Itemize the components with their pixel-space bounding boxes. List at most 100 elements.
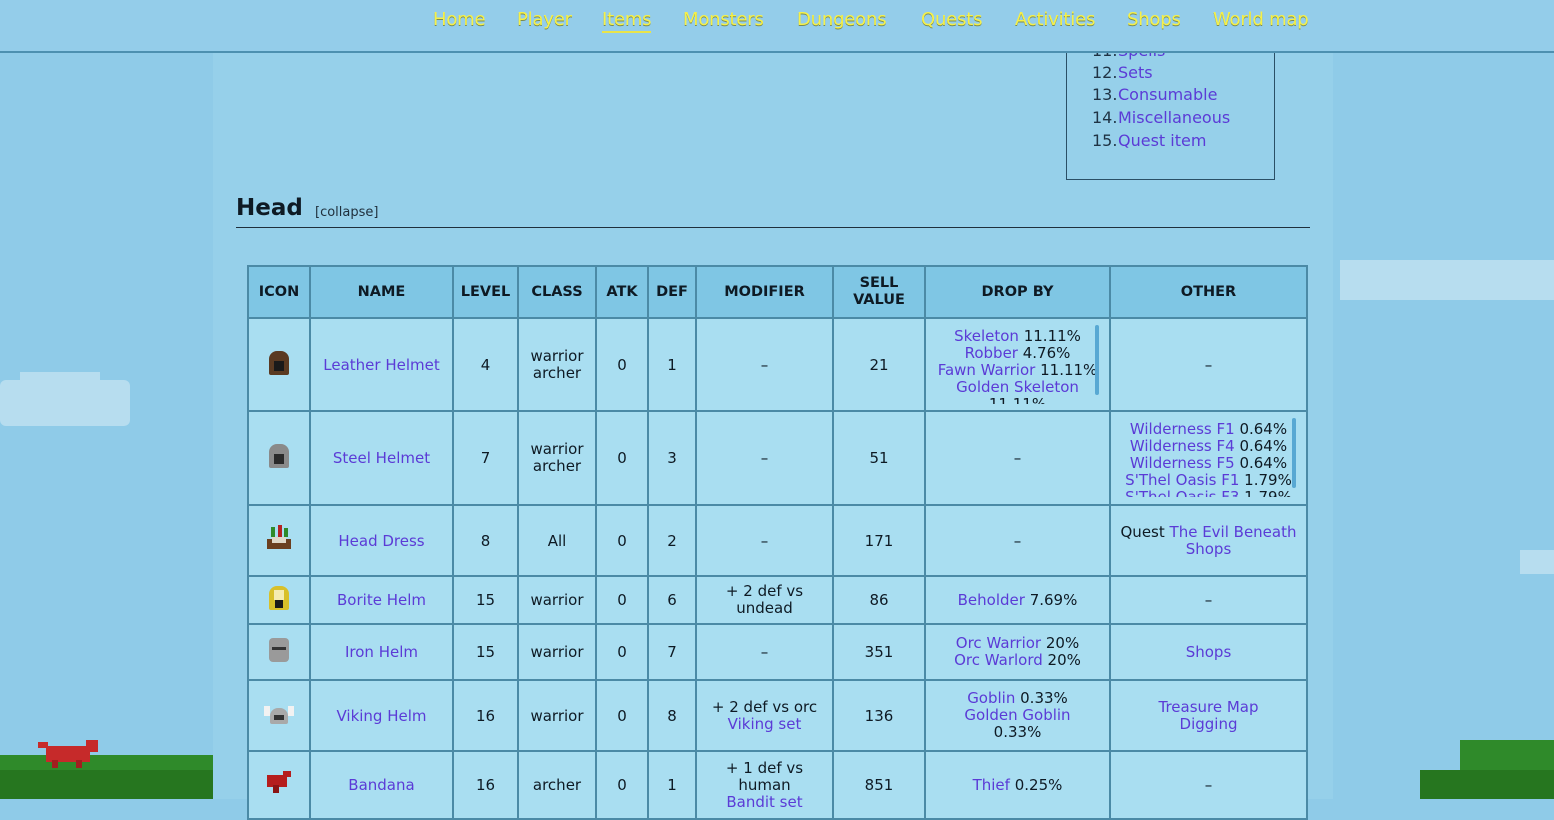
atk-cell: 0 [595, 623, 649, 681]
col-header-name: NAME [309, 265, 454, 319]
def-cell: 1 [647, 317, 697, 412]
item-name-cell: Iron Helm [309, 623, 454, 681]
item-link[interactable]: Viking Helm [336, 707, 426, 725]
level-cell: 16 [452, 750, 519, 820]
level-cell: 15 [452, 575, 519, 625]
shops-link[interactable]: Shops [1186, 643, 1232, 661]
location-entry: Wilderness F4 0.64% [1129, 437, 1288, 455]
steel-helmet-icon [263, 440, 295, 472]
sell-value-cell: 86 [832, 575, 926, 625]
toc-item-consumable: 13.Consumable [1092, 85, 1218, 104]
def-cell: 7 [647, 623, 697, 681]
col-header-sell-value: SELL VALUE [832, 265, 926, 319]
location-entry: Wilderness F1 0.64% [1129, 420, 1288, 438]
table-row: Borite Helm 15 warrior 0 6 + 2 def vs un… [247, 575, 1308, 625]
icon-cell [247, 504, 311, 577]
icon-cell [247, 575, 311, 625]
viking-helm-icon [263, 698, 295, 730]
collapse-toggle[interactable]: [collapse] [315, 205, 378, 220]
nav-player[interactable]: Player [517, 9, 572, 30]
other-cell: Treasure Map Digging [1109, 679, 1308, 752]
nav-items[interactable]: Items [602, 9, 652, 33]
item-link[interactable]: Bandana [348, 776, 414, 794]
set-link[interactable]: Viking set [728, 715, 802, 733]
def-cell: 8 [647, 679, 697, 752]
other-cell: Wilderness F1 0.64% Wilderness F4 0.64% … [1109, 410, 1308, 506]
item-name-cell: Steel Helmet [309, 410, 454, 506]
bandana-icon [263, 767, 295, 799]
col-header-def: DEF [647, 265, 697, 319]
scrollbar[interactable] [1095, 325, 1099, 395]
table-header-row: ICON NAME LEVEL CLASS ATK DEF MODIFIER S… [247, 265, 1308, 319]
atk-cell: 0 [595, 317, 649, 412]
content-panel: 11.Spells 12.Sets 13.Consumable 14.Misce… [213, 47, 1333, 820]
toc-link-quest-item[interactable]: Quest item [1118, 131, 1206, 150]
toc-link-consumable[interactable]: Consumable [1118, 85, 1217, 104]
other-cell: – [1109, 575, 1308, 625]
drop-by-cell: Orc Warrior 20% Orc Warlord 20% [924, 623, 1111, 681]
set-link[interactable]: Bandit set [726, 793, 802, 811]
icon-cell [247, 679, 311, 752]
sell-value-cell: 851 [832, 750, 926, 820]
shops-link[interactable]: Shops [1186, 540, 1232, 558]
table-row: Bandana 16 archer 0 1 + 1 def vs human B… [247, 750, 1308, 820]
modifier-cell: – [695, 504, 834, 577]
toc-item-miscellaneous: 14.Miscellaneous [1092, 108, 1231, 127]
class-cell: warrior [517, 623, 597, 681]
item-link[interactable]: Iron Helm [345, 643, 418, 661]
sell-value-cell: 136 [832, 679, 926, 752]
head-dress-icon [263, 523, 295, 555]
nav-world-map[interactable]: World map [1213, 9, 1309, 30]
leather-helmet-icon [263, 347, 295, 379]
nav-activities[interactable]: Activities [1015, 9, 1095, 30]
level-cell: 16 [452, 679, 519, 752]
item-name-cell: Leather Helmet [309, 317, 454, 412]
drop-by-cell: Skeleton 11.11% Robber 4.76% Fawn Warrio… [924, 317, 1111, 412]
other-scroll-area[interactable]: Wilderness F1 0.64% Wilderness F4 0.64% … [1115, 419, 1302, 498]
toc-item-sets: 12.Sets [1092, 63, 1153, 82]
item-link[interactable]: Leather Helmet [323, 356, 439, 374]
def-cell: 2 [647, 504, 697, 577]
modifier-cell: – [695, 623, 834, 681]
toc-link-sets[interactable]: Sets [1118, 63, 1153, 82]
level-cell: 7 [452, 410, 519, 506]
nav-quests[interactable]: Quests [921, 9, 982, 30]
other-cell: – [1109, 750, 1308, 820]
sell-value-cell: 351 [832, 623, 926, 681]
class-cell: archer [517, 750, 597, 820]
item-name-cell: Viking Helm [309, 679, 454, 752]
nav-shops[interactable]: Shops [1127, 9, 1181, 30]
nav-monsters[interactable]: Monsters [683, 9, 764, 30]
toc-link-miscellaneous[interactable]: Miscellaneous [1118, 108, 1230, 127]
level-cell: 8 [452, 504, 519, 577]
sell-value-cell: 51 [832, 410, 926, 506]
quest-link[interactable]: The Evil Beneath [1170, 523, 1297, 541]
nav-dungeons[interactable]: Dungeons [797, 9, 887, 30]
treasure-map-link[interactable]: Treasure Map Digging [1149, 698, 1269, 733]
item-name-cell: Head Dress [309, 504, 454, 577]
class-cell: warrior archer [517, 317, 597, 412]
item-link[interactable]: Steel Helmet [333, 449, 430, 467]
drop-scroll-area[interactable]: Skeleton 11.11% Robber 4.76% Fawn Warrio… [930, 326, 1105, 404]
class-cell: warrior archer [517, 410, 597, 506]
level-cell: 15 [452, 623, 519, 681]
section-heading: Head [236, 195, 303, 221]
atk-cell: 0 [595, 575, 649, 625]
class-cell: All [517, 504, 597, 577]
iron-helm-icon [263, 634, 295, 666]
nav-home[interactable]: Home [433, 9, 486, 30]
sell-value-cell: 21 [832, 317, 926, 412]
item-link[interactable]: Head Dress [338, 532, 424, 550]
table-of-contents: 11.Spells 12.Sets 13.Consumable 14.Misce… [1066, 47, 1275, 180]
drop-by-cell: – [924, 410, 1111, 506]
borite-helm-icon [263, 582, 295, 614]
level-cell: 4 [452, 317, 519, 412]
icon-cell [247, 317, 311, 412]
items-table: ICON NAME LEVEL CLASS ATK DEF MODIFIER S… [247, 265, 1308, 820]
item-link[interactable]: Borite Helm [337, 591, 426, 609]
top-navigation: Home Player Items Monsters Dungeons Ques… [0, 0, 1554, 53]
scrollbar[interactable] [1292, 418, 1296, 488]
drop-entry: Fawn Warrior 11.11% [937, 360, 1098, 379]
atk-cell: 0 [595, 679, 649, 752]
def-cell: 6 [647, 575, 697, 625]
